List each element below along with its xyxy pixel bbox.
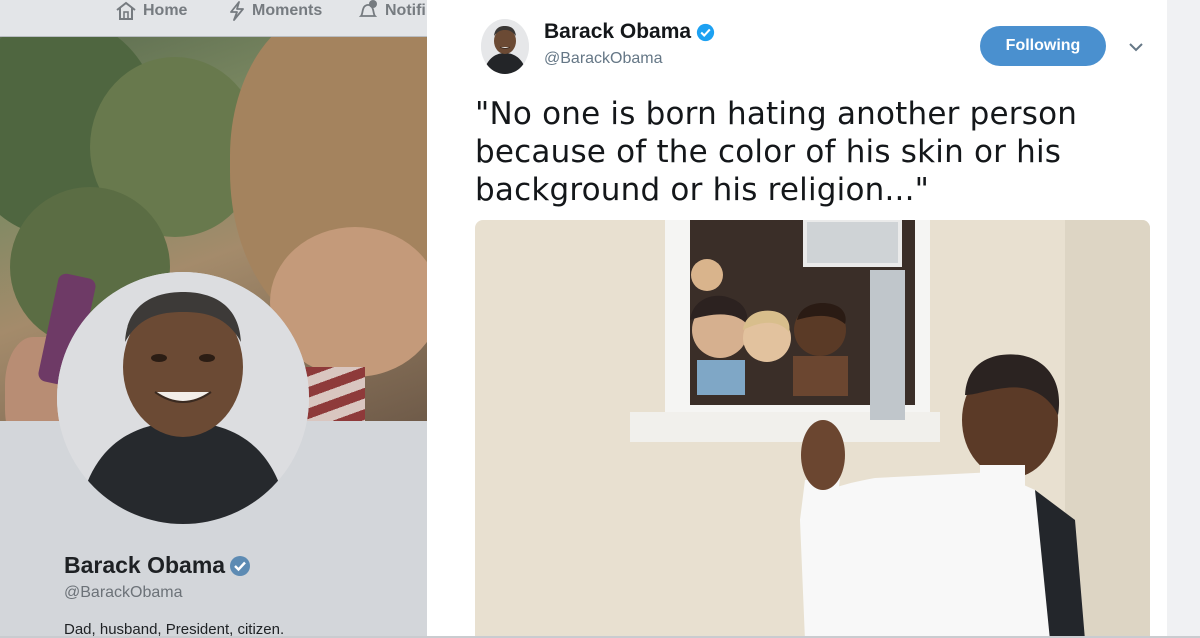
home-icon [116,1,136,20]
tweet-author-name[interactable]: Barack Obama [544,20,715,44]
nav-moments[interactable]: Moments [228,0,322,22]
tweet-text: "No one is born hating another person be… [475,95,1115,209]
nav-home-label: Home [143,2,188,19]
tweet-photo-image [475,220,1150,636]
profile-name: Barack Obama [64,552,251,579]
tweet-detail-card: Barack Obama @BarackObama Following "No … [427,0,1200,636]
nav-home[interactable]: Home [115,0,187,22]
tweet-author-name-text: Barack Obama [544,20,692,43]
tweet-photo[interactable] [475,220,1150,636]
following-button[interactable]: Following [980,26,1106,66]
notifications-icon [358,0,378,17]
verified-badge-icon [230,555,251,576]
profile-handle: @BarackObama [64,584,183,601]
nav-moments-label: Moments [252,2,323,19]
nav-notifications[interactable]: Notifi [357,0,426,22]
profile-name-text: Barack Obama [64,552,226,578]
chevron-down-icon[interactable] [1127,38,1145,56]
profile-avatar[interactable] [57,272,309,524]
profile-avatar-portrait [57,272,309,524]
card-side-gutter [1167,0,1200,636]
tweet-author-avatar-portrait [481,19,529,74]
moments-icon [230,1,244,21]
nav-notifications-label: Notifi [385,2,426,19]
tweet-text-line: background or his religion..." [475,172,930,208]
tweet-text-line: "No one is born hating another person [475,96,1078,132]
tweet-author-handle[interactable]: @BarackObama [544,50,663,68]
tweet-author-avatar[interactable] [481,19,529,74]
verified-badge-icon [696,23,715,41]
tweet-text-line: because of the color of his skin or his [475,134,1062,170]
profile-bio: Dad, husband, President, citizen. [64,621,285,638]
